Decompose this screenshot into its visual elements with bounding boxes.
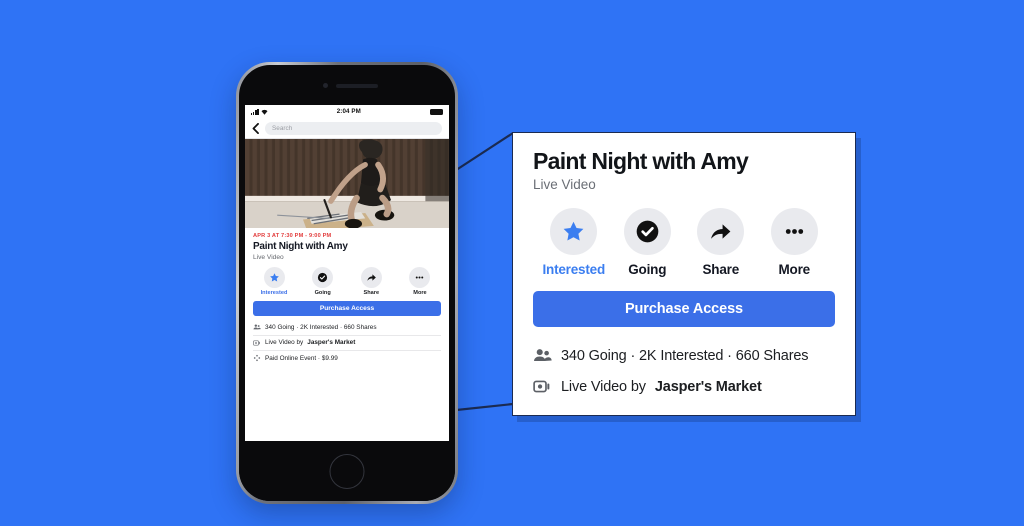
battery-icon — [430, 108, 443, 115]
back-chevron-icon[interactable] — [252, 122, 259, 134]
event-title: Paint Night with Amy — [253, 241, 348, 252]
purchase-access-button[interactable]: Purchase Access — [253, 301, 441, 317]
phone-body: 2:04 PM Search APR 3 AT 7:30 PM - 9:00 P… — [239, 65, 455, 501]
status-bar-right — [430, 108, 443, 115]
event-cover-photo[interactable] — [245, 139, 449, 228]
action-more[interactable]: More — [403, 266, 437, 297]
panel-action-interested[interactable]: Interested — [537, 208, 611, 277]
phone-bottom-bezel — [239, 441, 455, 501]
action-interested[interactable]: Interested — [257, 266, 291, 297]
share-arrow-icon — [360, 266, 382, 288]
phone-top-bezel — [239, 65, 455, 105]
panel-action-share[interactable]: Share — [684, 208, 758, 277]
action-share[interactable]: Share — [354, 266, 388, 297]
people-icon — [253, 324, 261, 330]
earpiece-speaker — [336, 84, 378, 88]
meta-text: Live Video by — [561, 378, 646, 395]
meta-text: Live Video by — [265, 339, 304, 347]
ticket-icon — [253, 354, 261, 362]
video-camera-icon — [533, 377, 552, 396]
panel-action-label: Share — [702, 262, 740, 278]
page-title: Paint Night with Amy — [533, 148, 749, 174]
action-label: More — [413, 290, 427, 297]
share-arrow-icon — [697, 208, 745, 256]
event-header: APR 3 AT 7:30 PM - 9:00 PM Paint Night w… — [245, 228, 449, 261]
panel-action-label: More — [778, 262, 811, 278]
page-subtitle: Live Video — [533, 177, 596, 193]
event-subtitle: Live Video — [253, 253, 284, 261]
wifi-icon — [261, 109, 268, 115]
check-circle-icon — [623, 208, 671, 256]
meta-row-price: Paid Online Event · $9.99 — [253, 351, 441, 365]
screenshot-stage: 2:04 PM Search APR 3 AT 7:30 PM - 9:00 P… — [0, 0, 1024, 526]
action-label: Going — [314, 290, 331, 297]
meta-text: 340 Going · 2K Interested · 660 Shares — [265, 323, 377, 331]
meta-row-attendance: 340 Going · 2K Interested · 660 Shares — [533, 340, 835, 371]
people-icon — [533, 346, 552, 365]
signal-bars-icon — [251, 108, 259, 115]
meta-row-host: Live Video by Jasper's Market — [533, 371, 835, 402]
panel-action-going[interactable]: Going — [611, 208, 685, 277]
action-label: Share — [363, 290, 380, 297]
meta-text: Paid Online Event · $9.99 — [265, 354, 338, 362]
ellipsis-icon — [409, 266, 431, 288]
front-camera-icon — [323, 83, 328, 88]
iphone-mockup: 2:04 PM Search APR 3 AT 7:30 PM - 9:00 P… — [236, 62, 458, 504]
video-camera-icon — [253, 340, 260, 346]
home-button[interactable] — [329, 454, 365, 489]
meta-host-name: Jasper's Market — [307, 339, 356, 347]
status-bar-time: 2:04 PM — [336, 108, 361, 115]
search-input[interactable]: Search — [265, 121, 442, 135]
panel-action-label: Going — [628, 262, 667, 278]
action-label: Interested — [260, 290, 288, 297]
status-bar-left — [251, 108, 268, 115]
panel-action-label: Interested — [542, 262, 606, 278]
panel-meta-list: 340 Going · 2K Interested · 660 Shares L… — [533, 340, 835, 402]
meta-text: 340 Going · 2K Interested · 660 Shares — [561, 347, 809, 364]
phone-nav-bar: Search — [245, 118, 449, 139]
purchase-access-button[interactable]: Purchase Access — [533, 291, 835, 328]
meta-host-name: Jasper's Market — [654, 378, 762, 395]
panel-actions-row: Interested Going Share More — [533, 208, 835, 277]
meta-row-host: Live Video by Jasper's Market — [253, 336, 441, 351]
status-bar: 2:04 PM — [245, 105, 449, 118]
cover-photo-illustration — [245, 139, 449, 228]
meta-row-attendance: 340 Going · 2K Interested · 660 Shares — [253, 320, 441, 336]
check-circle-icon — [312, 266, 334, 288]
star-icon — [263, 266, 285, 288]
zoom-callout-panel: Paint Night with Amy Live Video Interest… — [512, 132, 856, 416]
phone-screen: 2:04 PM Search APR 3 AT 7:30 PM - 9:00 P… — [245, 105, 449, 441]
search-placeholder: Search — [272, 124, 293, 132]
action-going[interactable]: Going — [306, 266, 340, 297]
event-meta-list: 340 Going · 2K Interested · 660 Shares L… — [245, 316, 449, 365]
ellipsis-icon — [770, 208, 818, 256]
event-actions-row: Interested Going Share More — [245, 261, 449, 301]
star-icon — [550, 208, 598, 256]
panel-action-more[interactable]: More — [758, 208, 832, 277]
event-date: APR 3 AT 7:30 PM - 9:00 PM — [253, 233, 332, 239]
